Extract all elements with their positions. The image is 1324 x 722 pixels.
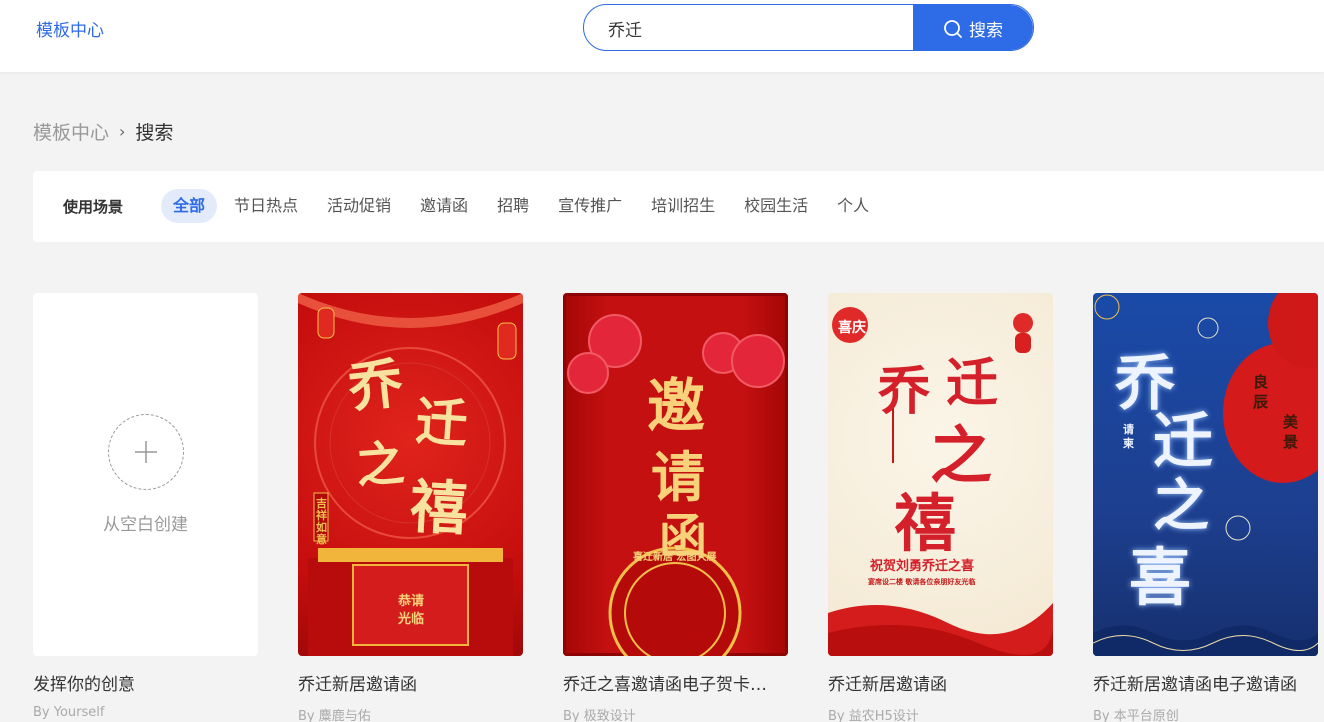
art-char: 乔 (345, 350, 408, 420)
create-blank-card[interactable]: 从空白创建 发挥你的创意 By Yourself (33, 293, 258, 720)
art-badge: 喜庆 (838, 320, 866, 336)
card-title[interactable]: 乔迁之喜邀请函电子贺卡… (563, 670, 788, 695)
art-lantern-char: 美 (1283, 413, 1299, 431)
filter-publicity[interactable]: 宣传推广 (546, 189, 634, 223)
art-lantern-char: 良 (1253, 373, 1269, 391)
brand-link[interactable]: 模板中心 (36, 16, 104, 41)
card-title[interactable]: 乔迁新居邀请函电子邀请函 (1093, 670, 1318, 695)
chevron-right-icon: › (119, 122, 126, 141)
scene-filter-bar: 使用场景 全部 节日热点 活动促销 邀请函 招聘 宣传推广 培训招生 校园生活 … (33, 171, 1324, 242)
template-thumb-3[interactable]: 喜庆 乔 迁 之 禧 祝贺刘勇乔迁之喜 宴席设二楼 敬请各位亲朋好友光临 (828, 293, 1053, 656)
template-thumb-2[interactable]: 邀 请 函 喜迁新居 宏图大展 (563, 293, 788, 656)
art-char: 之 (354, 435, 409, 495)
card-title[interactable]: 发挥你的创意 (33, 670, 258, 695)
card-title[interactable]: 乔迁新居邀请函 (828, 670, 1053, 695)
template-thumb-1[interactable]: 乔 迁 之 禧 吉 祥 如 意 恭请光临 (298, 293, 523, 656)
search-icon (944, 19, 962, 38)
art-char: 喜 (1129, 541, 1194, 614)
top-bar: 模板中心 搜索 (0, 0, 1324, 72)
filter-invitation[interactable]: 邀请函 (408, 189, 480, 223)
art-char: 乔 (878, 361, 933, 422)
template-card[interactable]: 喜庆 乔 迁 之 禧 祝贺刘勇乔迁之喜 宴席设二楼 敬请各位亲朋好友光临 乔迁新… (828, 293, 1053, 722)
card-author: By 益农H5设计 (828, 709, 919, 722)
art-subtitle-2: 宴席设二楼 敬请各位亲朋好友光临 (868, 578, 976, 586)
card-author: By Yourself (33, 705, 105, 720)
search-box: 搜索 (583, 4, 1034, 51)
card-author: By 极致设计 (563, 709, 636, 722)
filter-personal[interactable]: 个人 (825, 189, 881, 223)
art-lantern-char: 景 (1283, 433, 1299, 451)
art-side-text: 请柬 (1123, 423, 1134, 450)
art-small-char: 意 (316, 533, 327, 546)
template-card[interactable]: 乔 迁 之 喜 请柬 良 辰 美 景 乔迁新居邀请函电子邀请函 By 本平台原创 (1093, 293, 1318, 722)
search-button-label: 搜索 (969, 21, 1003, 41)
filter-holiday[interactable]: 节日热点 (222, 189, 310, 223)
template-thumb-4[interactable]: 乔 迁 之 喜 请柬 良 辰 美 景 (1093, 293, 1318, 656)
plus-icon (107, 414, 184, 490)
art-char: 迁 (413, 391, 472, 456)
art-subtitle: 祝贺刘勇乔迁之喜 (870, 559, 975, 574)
search-button[interactable]: 搜索 (913, 5, 1033, 50)
search-input[interactable] (608, 15, 908, 41)
breadcrumb: 模板中心 › 搜索 (33, 118, 173, 145)
art-char: 邀 (647, 372, 708, 440)
filter-list: 全部 节日热点 活动促销 邀请函 招聘 宣传推广 培训招生 校园生活 个人 (161, 189, 881, 223)
art-char: 禧 (894, 487, 959, 560)
filter-training[interactable]: 培训招生 (639, 189, 727, 223)
card-author: By 麋鹿与佑 (298, 709, 371, 722)
template-card[interactable]: 乔 迁 之 禧 吉 祥 如 意 恭请光临 乔迁新居邀请函 By 麋鹿与佑 (298, 293, 523, 722)
create-blank-thumb[interactable]: 从空白创建 (33, 293, 258, 656)
filter-promotion[interactable]: 活动促销 (315, 189, 403, 223)
filter-title: 使用场景 (63, 198, 124, 216)
create-blank-label: 从空白创建 (103, 515, 188, 535)
breadcrumb-current: 搜索 (135, 122, 174, 144)
art-subtitle: 喜迁新居 宏图大展 (633, 552, 717, 563)
card-author: By 本平台原创 (1093, 709, 1179, 722)
filter-all[interactable]: 全部 (161, 189, 218, 223)
card-title[interactable]: 乔迁新居邀请函 (298, 670, 523, 695)
art-gate-text: 恭请光临 (398, 594, 425, 627)
filter-campus[interactable]: 校园生活 (732, 189, 820, 223)
breadcrumb-root[interactable]: 模板中心 (33, 118, 109, 145)
template-card[interactable]: 邀 请 函 喜迁新居 宏图大展 乔迁之喜邀请函电子贺卡… By 极致设计 (563, 293, 788, 722)
art-lantern-char: 辰 (1253, 393, 1269, 411)
art-char: 禧 (408, 472, 472, 544)
filter-recruitment[interactable]: 招聘 (485, 189, 541, 223)
